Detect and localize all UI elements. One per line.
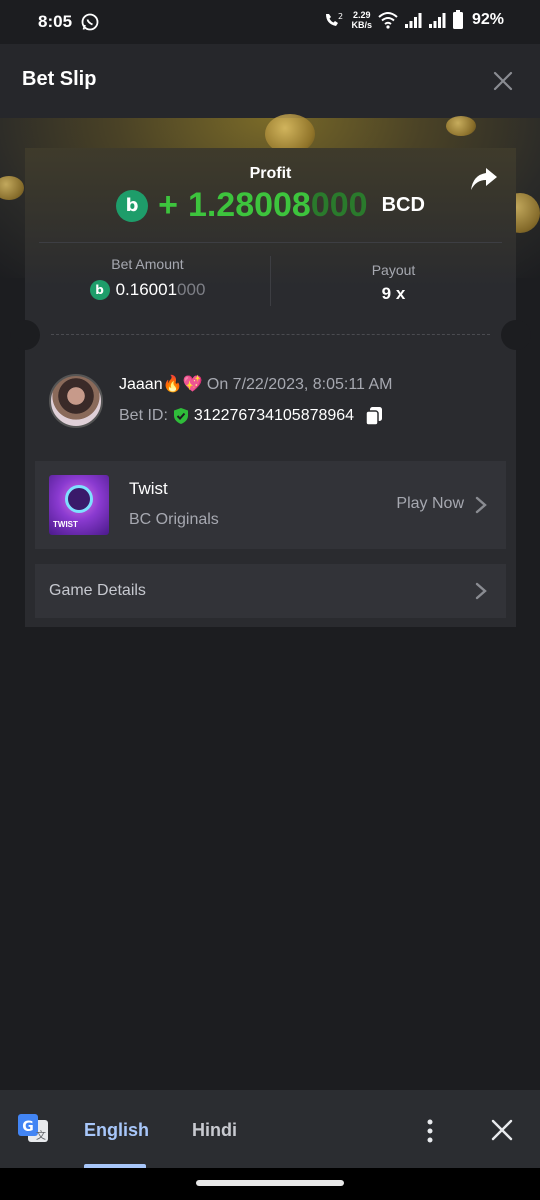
divider — [39, 242, 502, 243]
profit-value-main: 1.28008 — [187, 186, 311, 224]
close-icon[interactable] — [492, 70, 514, 92]
game-provider: BC Originals — [129, 511, 219, 528]
decorative-coin — [0, 176, 24, 200]
game-details-label: Game Details — [49, 582, 146, 599]
status-time: 8:05 — [38, 12, 73, 31]
status-bar: 8:05 2 2.29 KB/s 92% — [0, 0, 540, 44]
whatsapp-icon — [81, 13, 99, 31]
bet-amount-label: Bet Amount — [111, 256, 184, 272]
bet-date: On 7/22/2023, 8:05:11 AM — [206, 376, 393, 393]
page-title: Bet Slip — [22, 68, 97, 90]
bet-user-info: Jaaan🔥💖 On 7/22/2023, 8:05:11 AM Bet ID:… — [49, 374, 499, 430]
google-translate-icon[interactable]: G 文 — [16, 1112, 50, 1146]
profit-amount: b + 1.28008000 BCD — [25, 186, 516, 225]
avatar[interactable] — [49, 374, 103, 428]
speed-unit: KB/s — [351, 20, 372, 30]
language-english-tab[interactable]: English — [84, 1120, 149, 1141]
battery-percent: 92% — [471, 11, 504, 28]
payout-stat: Payout 9 x — [271, 262, 516, 304]
bcd-coin-icon: b — [116, 189, 149, 222]
play-now-button[interactable]: Play Now — [396, 495, 464, 513]
profit-label: Profit — [249, 165, 292, 182]
game-name: Twist — [129, 479, 168, 498]
diamond-icon — [65, 485, 93, 513]
bet-amount-stat: Bet Amount b 0.16001000 — [25, 256, 270, 300]
game-details-button[interactable]: Game Details — [35, 564, 506, 618]
bcd-coin-icon: b — [89, 280, 110, 300]
chevron-right-icon — [475, 582, 487, 600]
bet-id-line: Bet ID: 312276734105878964 — [119, 406, 384, 426]
profit-value: 1.28008000 — [188, 186, 368, 225]
wifi-call-icon: 2 — [326, 12, 344, 26]
svg-text:G: G — [22, 1119, 34, 1135]
payout-label: Payout — [371, 262, 416, 278]
bet-amount-main: 0.16001 — [115, 280, 178, 299]
signal-icon — [404, 13, 422, 28]
battery-icon — [452, 10, 463, 29]
svg-text:文: 文 — [36, 1129, 46, 1142]
chevron-right-icon — [475, 496, 487, 514]
language-hindi-tab[interactable]: Hindi — [192, 1120, 237, 1141]
ticket-notch-right — [501, 320, 531, 350]
speed-value: 2.29 — [352, 10, 371, 20]
bet-id-value: 312276734105878964 — [193, 407, 355, 424]
game-row-twist[interactable]: TWIST Twist BC Originals Play Now — [35, 461, 506, 549]
copy-icon[interactable] — [364, 406, 384, 426]
svg-text:2: 2 — [338, 12, 343, 21]
home-gesture-pill[interactable] — [196, 1180, 344, 1186]
share-icon[interactable] — [470, 166, 498, 192]
wifi-icon — [378, 12, 398, 29]
thumbnail-label: TWIST — [53, 520, 78, 529]
status-icons: 2 2.29 KB/s 92% — [323, 10, 504, 30]
bet-slip-card: Profit b + 1.28008000 BCD Bet Amount b 0… — [10, 148, 531, 627]
verified-shield-icon — [173, 408, 188, 424]
profit-currency: BCD — [381, 194, 425, 216]
profit-sign: + — [158, 186, 178, 224]
bet-amount-zeros: 000 — [177, 280, 206, 299]
close-translate-icon[interactable] — [490, 1118, 514, 1142]
dashed-divider — [51, 334, 490, 335]
profit-value-zeros: 000 — [310, 186, 368, 224]
translate-bar: G 文 English Hindi — [0, 1090, 540, 1168]
bet-slip-header: Bet Slip — [0, 44, 540, 118]
user-line: Jaaan🔥💖 On 7/22/2023, 8:05:11 AM — [119, 374, 393, 394]
more-options-icon[interactable] — [420, 1118, 440, 1144]
bet-amount-value: b 0.16001000 — [25, 280, 270, 300]
username[interactable]: Jaaan🔥💖 — [119, 376, 202, 393]
signal-icon-2 — [428, 13, 446, 28]
payout-value: 9 x — [381, 284, 406, 303]
network-speed: 2.29 KB/s — [351, 10, 372, 30]
bet-id-label: Bet ID: — [119, 407, 168, 424]
decorative-coin — [446, 116, 476, 136]
ticket-notch-left — [10, 320, 40, 350]
game-thumbnail: TWIST — [49, 475, 109, 535]
system-navigation-bar — [0, 1168, 540, 1200]
